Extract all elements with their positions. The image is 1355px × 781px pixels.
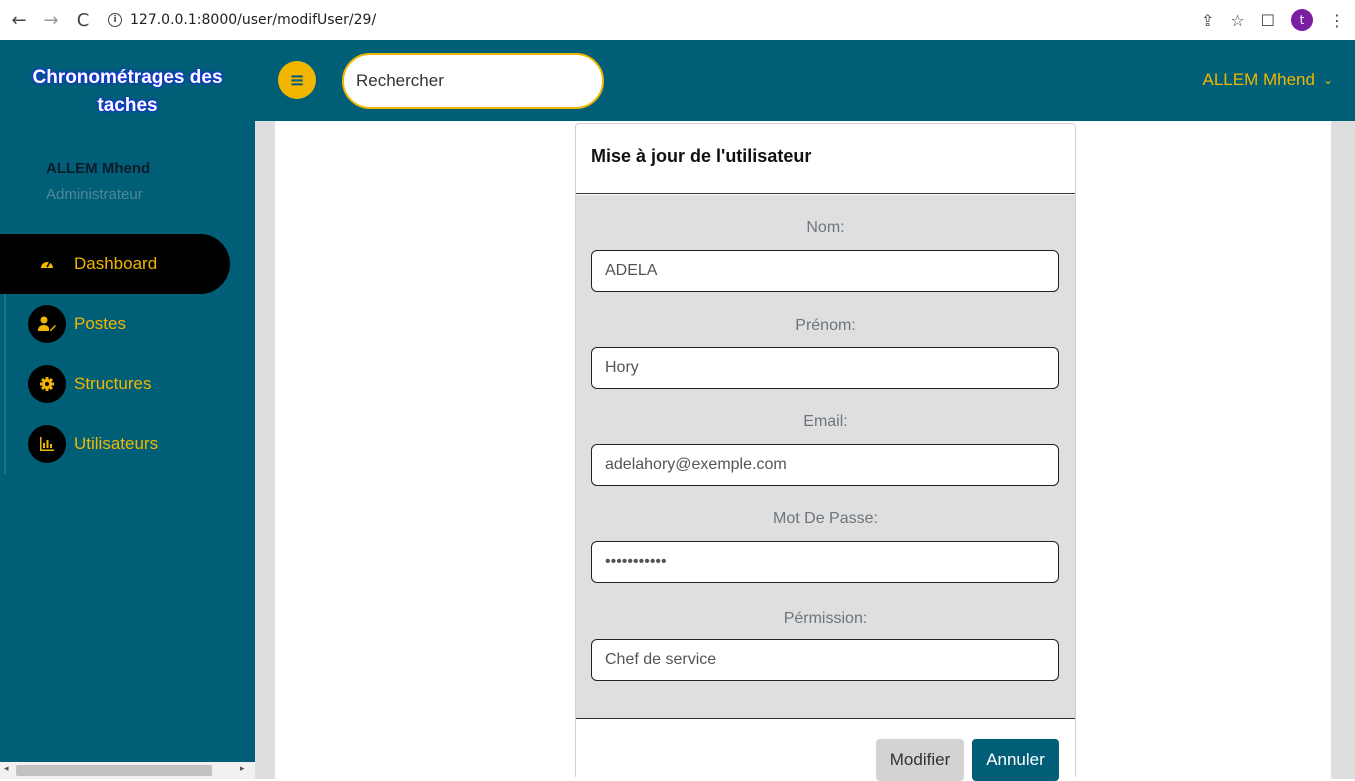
star-icon[interactable]: ☆ [1230, 11, 1244, 30]
update-user-card: Mise à jour de l'utilisateur Nom: Prénom… [575, 123, 1076, 781]
sidebar-edge [4, 294, 6, 354]
user-edit-icon [28, 305, 66, 343]
nom-label: Nom: [806, 219, 845, 236]
menu-toggle-icon[interactable]: ≡ [278, 61, 316, 99]
sidebar-user-name: ALLEM Mhend [46, 160, 151, 177]
account-name: ALLEM Mhend [1202, 70, 1315, 89]
sidebar-item-label: Utilisateurs [74, 434, 159, 453]
email-label: Email: [803, 413, 848, 430]
kebab-menu-icon[interactable]: ⋮ [1329, 11, 1345, 30]
sidebar-panel-icon[interactable]: ☐ [1261, 11, 1275, 30]
sidebar-item-structures[interactable]: Structures [0, 354, 255, 414]
sidebar-user-role: Administrateur [46, 186, 143, 203]
sidebar: Chronométrages des taches ALLEM Mhend Ad… [0, 40, 255, 779]
prenom-input[interactable] [591, 347, 1059, 389]
info-icon[interactable]: i [108, 13, 122, 27]
profile-avatar[interactable]: t [1291, 9, 1313, 31]
back-arrow-icon[interactable]: ← [8, 9, 30, 31]
permission-label: Pérmission: [783, 610, 868, 627]
chevron-down-icon: ⌄ [1322, 73, 1333, 87]
scroll-right-icon[interactable]: ▸ [240, 764, 245, 774]
sidebar-item-utilisateurs[interactable]: Utilisateurs [0, 414, 255, 474]
sidebar-item-label: Structures [74, 374, 152, 393]
form-body: Nom: Prénom: Email: Mot De Passe: Pérmis… [576, 195, 1075, 718]
scrollbar-thumb[interactable] [16, 765, 212, 776]
scroll-left-icon[interactable]: ◂ [4, 764, 9, 774]
bar-chart-icon [28, 425, 66, 463]
sidebar-edge [4, 354, 6, 414]
forward-arrow-icon[interactable]: → [40, 9, 62, 31]
address-bar[interactable]: i 127.0.0.1:8000/user/modifUser/29/ [108, 12, 376, 28]
horizontal-scrollbar[interactable]: ◂ ▸ [0, 762, 255, 779]
sidebar-item-label: Postes [74, 314, 126, 333]
browser-actions: ⇪ ☆ ☐ t ⋮ [1201, 9, 1355, 31]
permission-input[interactable] [591, 639, 1059, 681]
annuler-button[interactable]: Annuler [972, 739, 1059, 781]
brand-title[interactable]: Chronométrages des taches [0, 64, 255, 120]
prenom-label: Prénom: [795, 317, 856, 334]
nom-input[interactable] [591, 250, 1059, 292]
sidebar-item-dashboard[interactable]: Dashboard [0, 234, 230, 294]
sidebar-edge [4, 414, 6, 474]
password-input[interactable] [591, 541, 1059, 583]
card-title: Mise à jour de l'utilisateur [576, 124, 1075, 194]
sidebar-menu: Dashboard Postes Structures Utilisateurs [0, 234, 255, 474]
password-label: Mot De Passe: [773, 510, 878, 527]
content-panel: Mise à jour de l'utilisateur Nom: Prénom… [275, 121, 1331, 781]
share-icon[interactable]: ⇪ [1201, 11, 1214, 30]
gauge-icon [28, 245, 66, 283]
main-area: Mise à jour de l'utilisateur Nom: Prénom… [255, 121, 1355, 781]
sidebar-item-postes[interactable]: Postes [0, 294, 255, 354]
search-input[interactable] [342, 53, 604, 109]
reload-icon[interactable]: C [72, 9, 94, 31]
url-text: 127.0.0.1:8000/user/modifUser/29/ [130, 12, 377, 28]
card-footer: Modifier Annuler [576, 718, 1075, 781]
top-header: ≡ ALLEM Mhend ⌄ [255, 40, 1355, 121]
account-menu[interactable]: ALLEM Mhend ⌄ [1202, 70, 1333, 90]
modifier-button[interactable]: Modifier [876, 739, 964, 781]
gear-icon [28, 365, 66, 403]
browser-toolbar: ← → C i 127.0.0.1:8000/user/modifUser/29… [0, 0, 1355, 40]
sidebar-item-label: Dashboard [74, 254, 158, 273]
email-input[interactable] [591, 444, 1059, 486]
